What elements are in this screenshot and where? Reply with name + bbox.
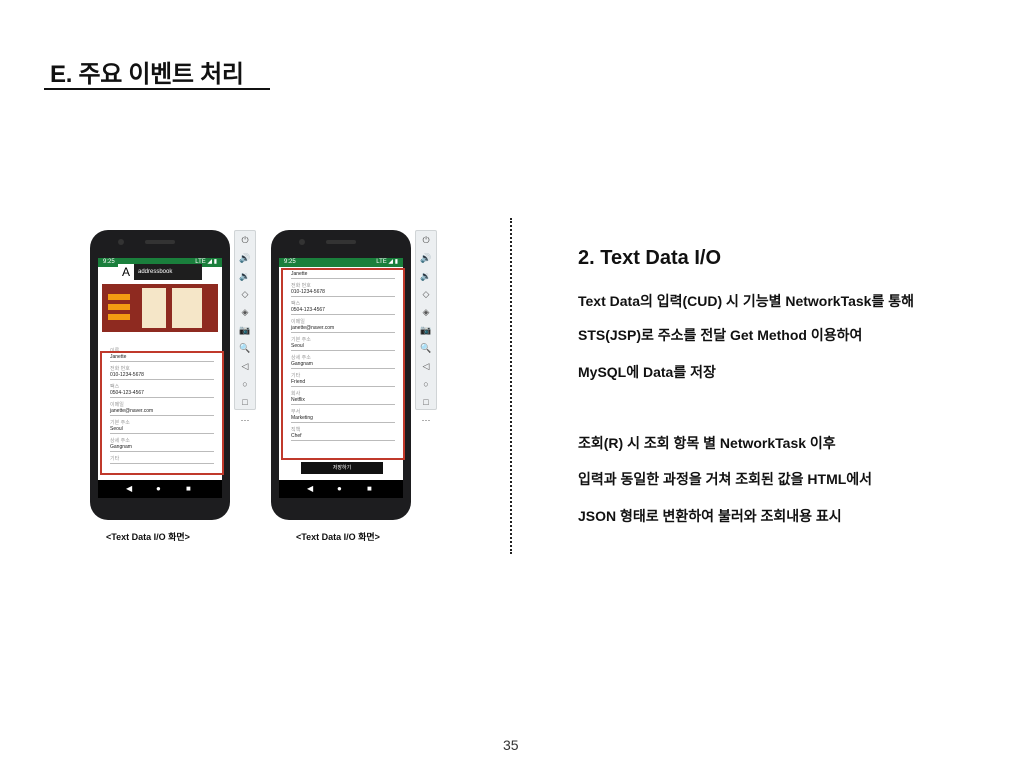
emulator-tool-icon[interactable]: 🔉: [235, 267, 255, 285]
back-icon[interactable]: ◀: [126, 484, 132, 493]
speaker-grille: [145, 240, 175, 244]
emulator-tool-icon[interactable]: 🔊: [235, 249, 255, 267]
android-nav-bar: ◀ ● ■: [98, 480, 222, 498]
app-logo: Aaddressbook: [118, 264, 202, 280]
page-title: E. 주요 이벤트 처리: [50, 61, 244, 88]
emulator-tool-icon[interactable]: 🔉: [416, 267, 436, 285]
body-line: STS(JSP)로 주소를 전달 Get Method 이용하여: [578, 327, 863, 343]
emulator-tool-icon[interactable]: 🔊: [416, 249, 436, 267]
section-heading: 2. Text Data I/O: [578, 247, 722, 269]
banner-card: [108, 314, 130, 320]
front-camera: [299, 239, 305, 245]
screenshot-caption: <Text Data I/O 화면>: [296, 532, 380, 542]
emulator-tool-icon[interactable]: ⋯: [416, 411, 436, 429]
emulator-tool-icon[interactable]: □: [235, 393, 255, 411]
page-number: 35: [503, 737, 519, 753]
screenshot-caption: <Text Data I/O 화면>: [106, 532, 190, 542]
banner-card: [108, 294, 130, 300]
status-bar: 9:25 LTE ◢ ▮: [279, 258, 403, 267]
highlight-box-input: [100, 351, 224, 475]
front-camera: [118, 239, 124, 245]
emulator-tool-icon[interactable]: ○: [416, 375, 436, 393]
promo-banner-image: [102, 284, 218, 332]
emulator-tool-icon[interactable]: ⏻: [416, 231, 436, 249]
emulator-tool-icon[interactable]: 🔍: [235, 339, 255, 357]
body-line: Text Data의 입력(CUD) 시 기능별 NetworkTask를 통해: [578, 293, 914, 309]
emulator-tool-icon[interactable]: □: [416, 393, 436, 411]
back-icon[interactable]: ◀: [307, 484, 313, 493]
title-underline: [44, 88, 270, 90]
emulator-toolbar: ⏻ 🔊 🔉 ◇ ◈ 📷 🔍 ◁ ○ □ ⋯: [415, 230, 437, 425]
emulator-tool-icon[interactable]: 📷: [416, 321, 436, 339]
body-line: 입력과 동일한 과정을 거쳐 조회된 값을 HTML에서: [578, 471, 873, 487]
dotted-divider: [510, 218, 512, 554]
emulator-tool-icon[interactable]: ◇: [416, 285, 436, 303]
body-line: MySQL에 Data를 저장: [578, 364, 716, 380]
body-line: 조회(R) 시 조회 항목 별 NetworkTask 이후: [578, 435, 836, 451]
recent-apps-icon[interactable]: ■: [367, 484, 372, 493]
body-line: JSON 형태로 변환하여 불러와 조회내용 표시: [578, 508, 842, 524]
logo-text: addressbook: [138, 269, 173, 275]
emulator-tool-icon[interactable]: ⏻: [235, 231, 255, 249]
emulator-tool-icon[interactable]: ◁: [416, 357, 436, 375]
status-time: 9:25: [103, 259, 115, 265]
android-nav-bar: ◀ ● ■: [279, 480, 403, 498]
emulator-tool-icon[interactable]: ○: [235, 375, 255, 393]
emulator-tool-icon[interactable]: 📷: [235, 321, 255, 339]
emulator-tool-icon[interactable]: ◇: [235, 285, 255, 303]
highlight-box-output: [281, 268, 405, 460]
emulator-tool-icon[interactable]: ◈: [235, 303, 255, 321]
logo-mark: A: [118, 264, 134, 280]
recent-apps-icon[interactable]: ■: [186, 484, 191, 493]
home-icon[interactable]: ●: [156, 484, 161, 493]
banner-card: [172, 288, 202, 328]
status-indicators: LTE ◢ ▮: [376, 259, 398, 265]
banner-card: [142, 288, 166, 328]
emulator-tool-icon[interactable]: ◈: [416, 303, 436, 321]
status-time: 9:25: [284, 259, 296, 265]
emulator-tool-icon[interactable]: ⋯: [235, 411, 255, 429]
speaker-grille: [326, 240, 356, 244]
emulator-toolbar: ⏻ 🔊 🔉 ◇ ◈ 📷 🔍 ◁ ○ □ ⋯: [234, 230, 256, 425]
save-button[interactable]: 저장하기: [301, 462, 383, 474]
home-icon[interactable]: ●: [337, 484, 342, 493]
banner-card: [108, 304, 130, 310]
emulator-tool-icon[interactable]: 🔍: [416, 339, 436, 357]
emulator-tool-icon[interactable]: ◁: [235, 357, 255, 375]
